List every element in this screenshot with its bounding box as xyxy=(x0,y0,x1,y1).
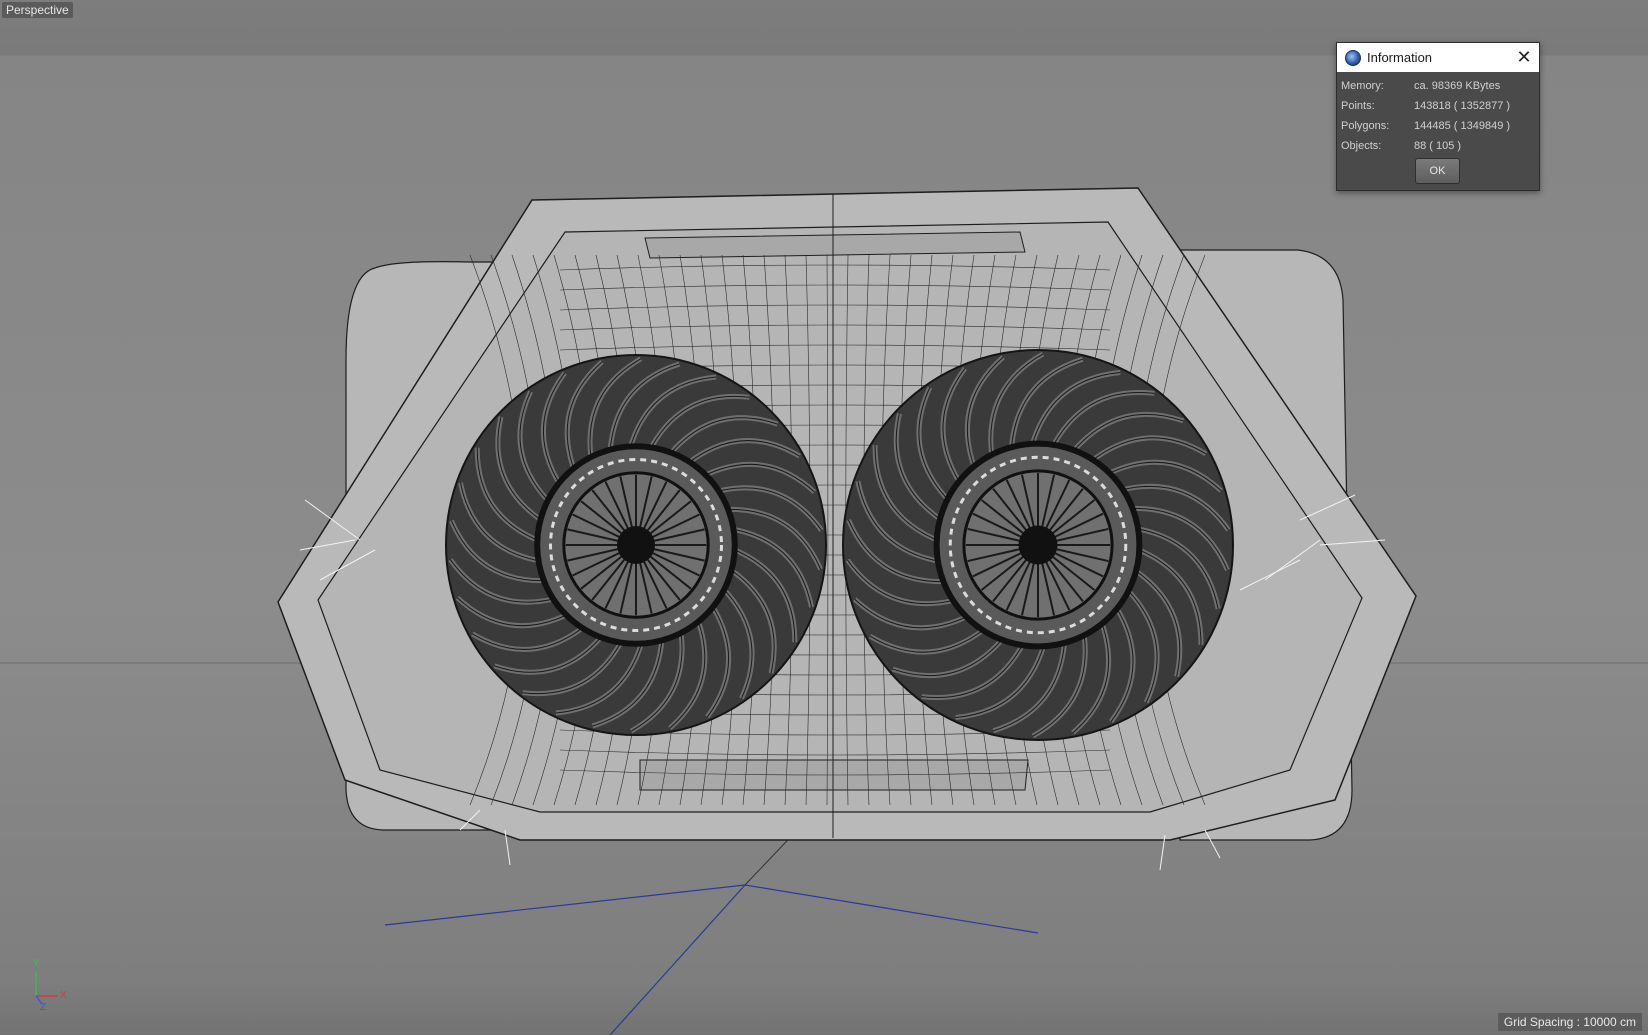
info-label: Points: xyxy=(1341,100,1375,112)
info-value: 144485 ( 1349849 ) xyxy=(1414,120,1511,132)
information-dialog: Information ✕ Memory: ca. 98369 KBytes P… xyxy=(1336,42,1540,191)
fan-left xyxy=(445,354,827,736)
dialog-titlebar[interactable]: Information ✕ xyxy=(1337,43,1539,72)
info-value: 143818 ( 1352877 ) xyxy=(1414,100,1511,112)
axis-x-label: X xyxy=(60,990,67,1001)
axis-gizmo: Y X Z xyxy=(28,958,78,1014)
info-label: Memory: xyxy=(1341,80,1384,92)
app-logo-icon xyxy=(1345,49,1361,66)
ground-guides xyxy=(384,884,1039,1035)
info-label: Polygons: xyxy=(1341,120,1390,132)
axis-z-label: Z xyxy=(40,1002,47,1013)
close-icon[interactable]: ✕ xyxy=(1515,48,1533,66)
info-row-polygons: Polygons: 144485 ( 1349849 ) xyxy=(1341,116,1539,136)
viewport-label[interactable]: Perspective xyxy=(2,2,73,18)
info-row-objects: Objects: 88 ( 105 ) xyxy=(1341,136,1539,156)
dialog-title: Information xyxy=(1367,50,1433,65)
axis-y-label: Y xyxy=(33,958,40,969)
info-row-points: Points: 143818 ( 1352877 ) xyxy=(1341,96,1539,116)
info-rows: Memory: ca. 98369 KBytes Points: 143818 … xyxy=(1337,72,1539,156)
fan-right xyxy=(842,349,1234,741)
info-value: ca. 98369 KBytes xyxy=(1414,80,1501,92)
info-value: 88 ( 105 ) xyxy=(1414,140,1462,152)
grid-spacing-readout: Grid Spacing : 10000 cm xyxy=(1497,1013,1642,1031)
ok-button[interactable]: OK xyxy=(1415,158,1460,184)
info-label: Objects: xyxy=(1341,140,1382,152)
info-row-memory: Memory: ca. 98369 KBytes xyxy=(1341,76,1539,96)
